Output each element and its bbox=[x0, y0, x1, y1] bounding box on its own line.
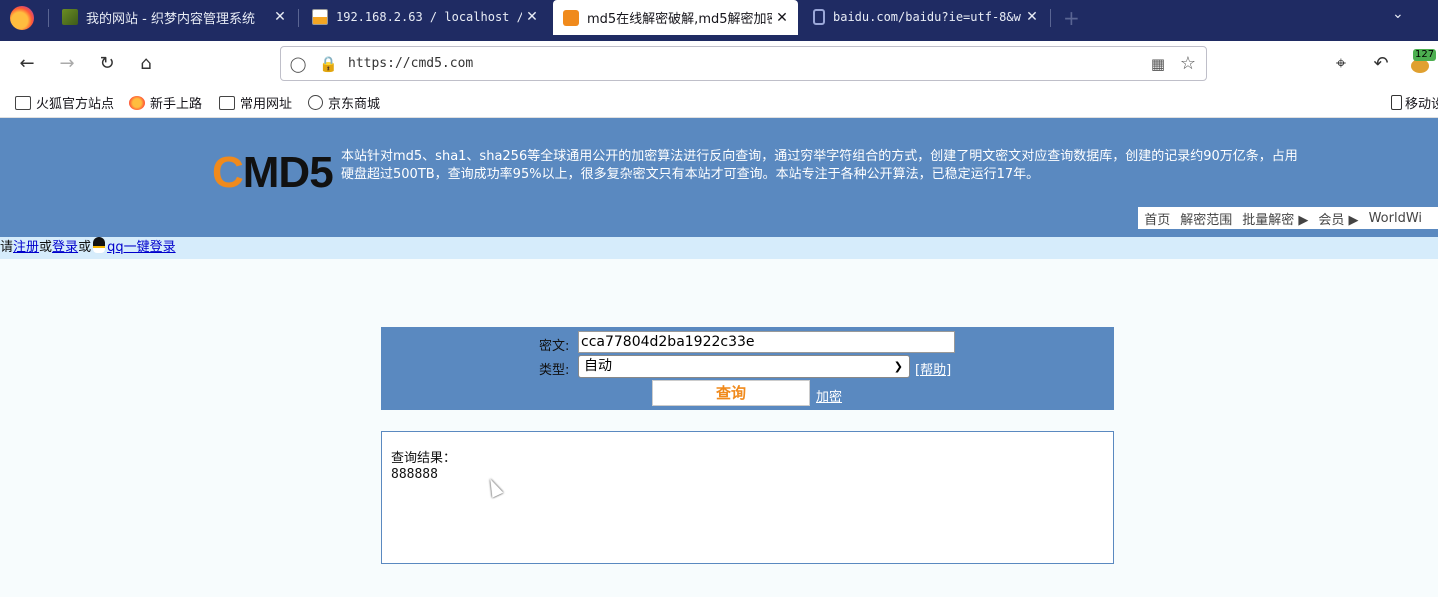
type-select[interactable]: 自动 ❯ bbox=[578, 355, 910, 378]
bookmark-common-sites[interactable]: 常用网址 bbox=[219, 93, 292, 112]
tab-baidu[interactable]: baidu.com/baidu?ie=utf-8&w ✕ bbox=[803, 0, 1048, 34]
tab-bar: 我的网站 - 织梦内容管理系统 ✕ 192.168.2.63 / localho… bbox=[0, 0, 1438, 41]
cipher-input[interactable]: cca77804d2ba1922c33e bbox=[578, 331, 955, 353]
firefox-icon bbox=[129, 95, 145, 110]
site-menu: 首页 解密范围 批量解密 ▶ 会员 ▶ WorldWi bbox=[1138, 207, 1438, 229]
site-intro: 本站针对md5、sha1、sha256等全球通用公开的加密算法进行反向查询，通过… bbox=[341, 149, 1298, 182]
result-value: 888888 bbox=[391, 467, 438, 482]
shield-icon[interactable]: ◯ bbox=[289, 55, 307, 73]
tab-separator bbox=[298, 9, 299, 27]
url-bar[interactable]: ◯ 🔒 https://cmd5.com ▦ ☆ bbox=[280, 46, 1207, 81]
undo-icon[interactable]: ↶ bbox=[1369, 52, 1393, 76]
result-panel: 查询结果： 888888 bbox=[381, 431, 1114, 564]
tab-separator bbox=[48, 9, 49, 27]
folder-icon bbox=[219, 95, 235, 110]
site-header: CMD5 本站针对md5、sha1、sha256等全球通用公开的加密算法进行反向… bbox=[0, 118, 1438, 237]
cmd5-favicon-icon bbox=[563, 9, 579, 26]
extension-badge: 127 bbox=[1413, 49, 1437, 61]
lock-icon[interactable]: 🔒 bbox=[319, 55, 338, 73]
qr-code-icon[interactable]: ▦ bbox=[1149, 55, 1167, 73]
login-link[interactable]: 登录 bbox=[52, 240, 78, 255]
back-arrow-icon[interactable]: ← bbox=[15, 52, 39, 76]
login-or: 或 bbox=[39, 240, 53, 255]
bookmark-firefox-official[interactable]: 火狐官方站点 bbox=[15, 93, 114, 112]
cipher-label: 密文: bbox=[539, 339, 570, 354]
bookmarks-bar: 火狐官方站点 新手上路 常用网址 京东商城 移动设 bbox=[0, 87, 1438, 118]
crop-icon[interactable]: ⌖ bbox=[1329, 52, 1353, 76]
menu-member[interactable]: 会员 ▶ bbox=[1318, 209, 1358, 228]
menu-decrypt-range[interactable]: 解密范围 bbox=[1180, 209, 1232, 228]
qq-login-link[interactable]: qq一键登录 bbox=[107, 240, 176, 255]
tab-cmd5[interactable]: md5在线解密破解,md5解密加密 ✕ bbox=[553, 0, 798, 35]
encrypt-link[interactable]: 加密 bbox=[816, 386, 842, 405]
hourglass-favicon-icon bbox=[813, 9, 825, 25]
close-tab-icon[interactable]: ✕ bbox=[772, 10, 792, 26]
globe-icon bbox=[308, 95, 323, 110]
menu-home[interactable]: 首页 bbox=[1144, 209, 1170, 228]
close-tab-icon[interactable]: ✕ bbox=[522, 9, 542, 25]
cmd5-logo[interactable]: CMD5 bbox=[212, 148, 334, 198]
folder-icon bbox=[15, 95, 31, 110]
help-link[interactable]: [帮助] bbox=[915, 359, 951, 378]
chevron-down-icon[interactable]: ⌄ bbox=[1392, 6, 1404, 22]
close-tab-icon[interactable]: ✕ bbox=[1022, 9, 1042, 25]
reload-icon[interactable]: ↻ bbox=[95, 52, 119, 76]
bookmark-getting-started[interactable]: 新手上路 bbox=[129, 93, 202, 112]
tab-title: 192.168.2.63 / localhost / bbox=[336, 10, 522, 24]
login-prefix: 请 bbox=[0, 240, 14, 255]
logo-md5: MD5 bbox=[242, 148, 334, 197]
new-tab-button[interactable]: + bbox=[1063, 6, 1080, 30]
type-label: 类型: bbox=[539, 363, 570, 378]
qq-penguin-icon bbox=[93, 237, 106, 253]
bookmark-mobile[interactable]: 移动设 bbox=[1391, 93, 1438, 112]
menu-worldwide[interactable]: WorldWi bbox=[1369, 211, 1422, 226]
login-or: 或 bbox=[78, 240, 92, 255]
phpmyadmin-favicon-icon bbox=[312, 9, 328, 25]
register-link[interactable]: 注册 bbox=[13, 240, 39, 255]
url-text[interactable]: https://cmd5.com bbox=[348, 56, 473, 71]
home-icon[interactable]: ⌂ bbox=[134, 52, 158, 76]
logo-c: C bbox=[212, 148, 244, 197]
bookmark-label: 火狐官方站点 bbox=[36, 97, 115, 112]
close-tab-icon[interactable]: ✕ bbox=[270, 9, 290, 25]
tab-separator bbox=[1050, 9, 1051, 27]
nav-toolbar: ← → ↻ ⌂ ◯ 🔒 https://cmd5.com ▦ ☆ ⌖ ↶ 127 bbox=[0, 41, 1438, 87]
tab-title: 我的网站 - 织梦内容管理系统 bbox=[86, 11, 255, 27]
extension-icon[interactable]: 127 bbox=[1409, 49, 1437, 75]
mobile-device-icon bbox=[1391, 95, 1402, 110]
tab-phpmyadmin[interactable]: 192.168.2.63 / localhost / ✕ bbox=[302, 0, 548, 34]
result-label: 查询结果： bbox=[391, 451, 457, 466]
type-selected-value: 自动 bbox=[584, 358, 612, 374]
forward-arrow-icon[interactable]: → bbox=[55, 52, 79, 76]
menu-batch-decrypt[interactable]: 批量解密 ▶ bbox=[1242, 209, 1308, 228]
chevron-down-icon: ❯ bbox=[893, 360, 903, 373]
bookmark-label: 移动设 bbox=[1405, 97, 1438, 112]
extension-body-icon bbox=[1411, 59, 1429, 73]
dedecms-favicon-icon bbox=[62, 9, 78, 25]
bookmark-label: 常用网址 bbox=[240, 97, 293, 112]
query-form: 密文: cca77804d2ba1922c33e 类型: 自动 ❯ [帮助] 查… bbox=[381, 327, 1114, 410]
firefox-logo-icon[interactable] bbox=[10, 6, 34, 30]
tab-title: baidu.com/baidu?ie=utf-8&w bbox=[833, 10, 1021, 24]
login-bar: 请注册或登录或 qq一键登录 bbox=[0, 237, 1438, 259]
bookmark-jd[interactable]: 京东商城 bbox=[308, 93, 380, 112]
query-button[interactable]: 查询 bbox=[652, 380, 810, 406]
tab-dedecms[interactable]: 我的网站 - 织梦内容管理系统 ✕ bbox=[52, 0, 296, 34]
bookmark-label: 京东商城 bbox=[328, 97, 381, 112]
tab-title: md5在线解密破解,md5解密加密 bbox=[587, 12, 772, 27]
star-icon[interactable]: ☆ bbox=[1179, 55, 1197, 73]
bookmark-label: 新手上路 bbox=[150, 97, 203, 112]
